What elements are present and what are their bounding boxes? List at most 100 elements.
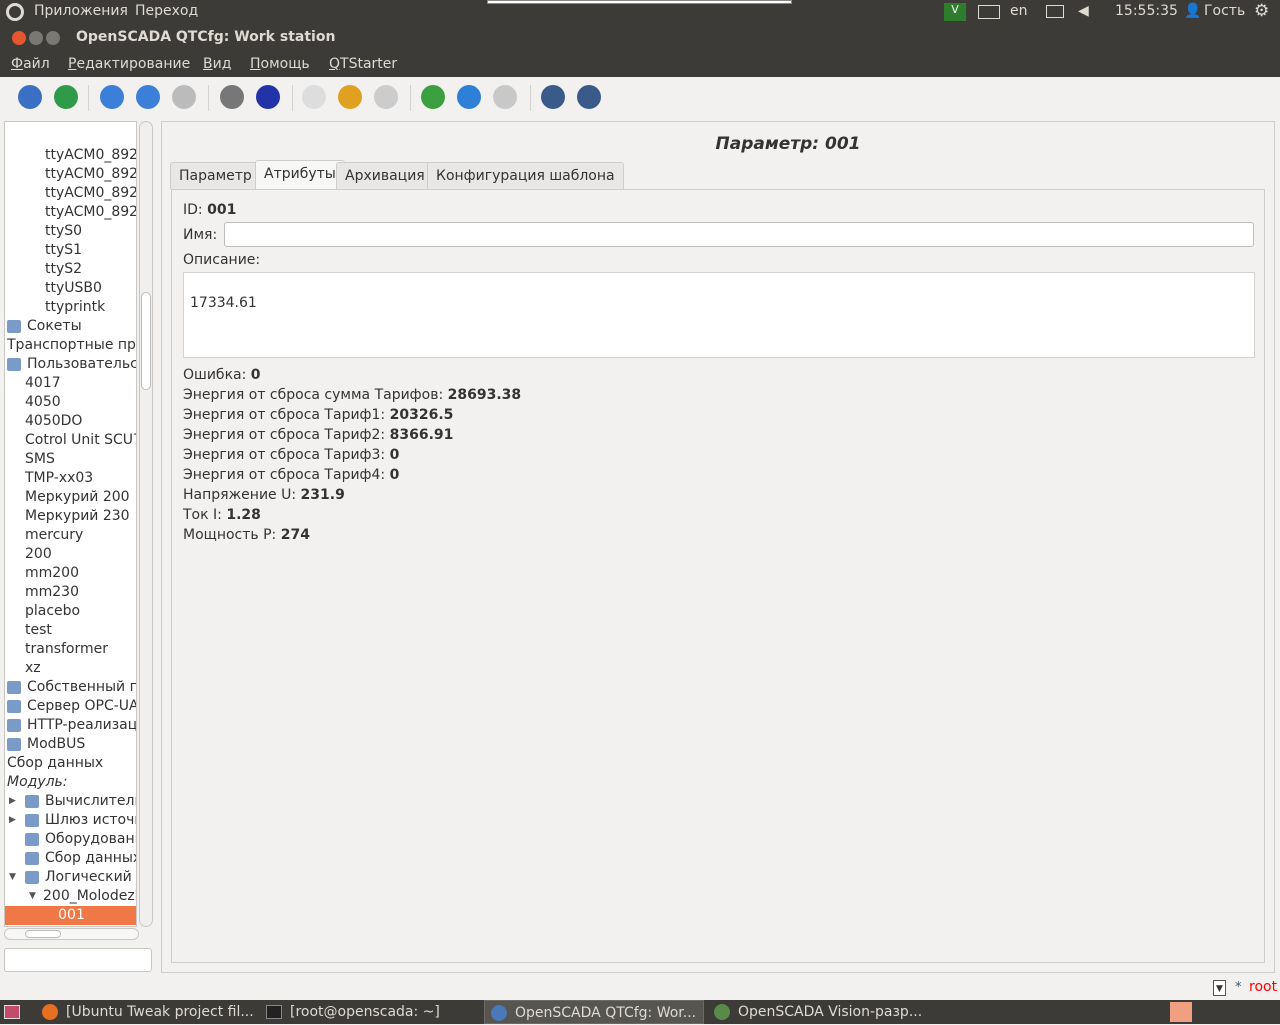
tree-item[interactable]: Пользовательский протокол	[7, 355, 136, 374]
tree-item[interactable]: 4050	[25, 393, 61, 412]
tree-item[interactable]: ttyS2	[45, 260, 82, 279]
tree-item[interactable]: mercury	[25, 526, 83, 545]
tree-item[interactable]: 200	[25, 545, 52, 564]
places-menu[interactable]: Переход	[135, 3, 198, 19]
tree-item[interactable]: mm200	[25, 564, 79, 583]
tree-item[interactable]: transformer	[25, 640, 108, 659]
start-icon[interactable]	[457, 85, 481, 109]
tree-item[interactable]: Транспортные протоколы	[7, 336, 136, 355]
vision-icon[interactable]	[541, 85, 565, 109]
tree-item[interactable]: 4050DO	[25, 412, 82, 431]
tree-item[interactable]: Модуль:	[7, 773, 68, 792]
up-icon[interactable]	[100, 85, 124, 109]
tree-item[interactable]: ttyACM0_892	[45, 146, 136, 165]
cut-icon[interactable]	[338, 85, 362, 109]
navigation-tree[interactable]: ttyACM0_892 ttyACM0_892 ttyACM0_892 ttyACM0…	[4, 121, 137, 927]
expand-arrow-icon[interactable]: ▼	[9, 868, 16, 887]
tree-item[interactable]: xz	[25, 659, 41, 678]
tree-item[interactable]: Оборудование	[25, 830, 136, 849]
tab-attributes[interactable]: Атрибуты	[255, 160, 345, 190]
tree-item[interactable]: placebo	[25, 602, 80, 621]
tab-archiving[interactable]: Архивация	[336, 162, 434, 189]
refresh-icon[interactable]	[421, 85, 445, 109]
tree-item[interactable]: ▶ Шлюз источников	[9, 811, 136, 830]
volume-icon[interactable]: ◀	[1078, 3, 1089, 19]
scroll-thumb[interactable]	[141, 292, 151, 390]
tree-item[interactable]: Сервер OPC-UA	[7, 697, 136, 716]
tree-item[interactable]: TMP-xx03	[25, 469, 93, 488]
copy-icon[interactable]	[302, 85, 326, 109]
tree-item[interactable]: ttyACM0_892	[45, 165, 136, 184]
stop-icon[interactable]	[493, 85, 517, 109]
tree-item[interactable]: ttyprintk	[45, 298, 105, 317]
tree-item[interactable]: Меркурий 230	[25, 507, 130, 526]
tree-item[interactable]: 4017	[25, 374, 61, 393]
name-field[interactable]	[224, 222, 1254, 247]
tree-item[interactable]: Меркурий 200	[25, 488, 130, 507]
add-item-icon[interactable]	[220, 85, 244, 109]
tree-item[interactable]: Сбор данных	[7, 754, 103, 773]
delete-item-icon[interactable]	[256, 85, 280, 109]
menu-help[interactable]: Помощь	[250, 56, 310, 72]
tree-item[interactable]: Собственный протокол	[7, 678, 136, 697]
db-load-icon[interactable]	[18, 85, 42, 109]
tree-item[interactable]: mm230	[25, 583, 79, 602]
gear-icon[interactable]: ⚙	[1254, 1, 1269, 21]
tree-item[interactable]: test	[25, 621, 52, 640]
menu-qtstarter[interactable]: QTStarter	[329, 56, 397, 72]
clock[interactable]: 15:55:35	[1115, 3, 1178, 19]
tree-item[interactable]: ttyACM0_892	[45, 203, 136, 222]
tree-item[interactable]: ▼ Логический уровень	[9, 868, 136, 887]
ubuntu-logo-icon[interactable]	[6, 3, 24, 21]
expand-arrow-icon[interactable]: ▶	[9, 811, 16, 830]
description-field[interactable]: 17334.61	[183, 272, 1255, 358]
expand-arrow-icon[interactable]: ▼	[29, 887, 36, 906]
task-ubuntu-tweak[interactable]: [Ubuntu Tweak project fil...	[36, 1000, 256, 1024]
close-icon[interactable]	[12, 31, 26, 45]
paste-icon[interactable]	[374, 85, 398, 109]
tab-parameter[interactable]: Параметр	[170, 162, 261, 189]
back-icon[interactable]	[136, 85, 160, 109]
vision-dev-icon[interactable]	[577, 85, 601, 109]
tree-item[interactable]: SMS	[25, 450, 55, 469]
show-desktop-icon[interactable]	[4, 1005, 20, 1019]
tray-openscada-icon[interactable]	[1170, 1002, 1192, 1022]
keyboard-icon[interactable]	[978, 5, 1000, 19]
task-vision[interactable]: OpenSCADA Vision-разр...	[708, 1000, 928, 1024]
vc-icon[interactable]: V	[944, 3, 966, 21]
tree-item[interactable]: ttyS1	[45, 241, 82, 260]
mail-icon[interactable]	[1046, 5, 1064, 18]
task-terminal[interactable]: [root@openscada: ~]	[260, 1000, 480, 1024]
tree-item[interactable]: 001	[5, 906, 136, 925]
tree-filter-input[interactable]	[4, 948, 152, 972]
tab-template-config[interactable]: Конфигурация шаблона	[427, 162, 624, 189]
menu-edit[interactable]: Редактирование	[68, 56, 190, 72]
menu-view[interactable]: Вид	[203, 56, 231, 72]
language-indicator[interactable]: en	[1010, 3, 1028, 19]
dropdown-arrow-icon[interactable]: ▼	[1213, 980, 1226, 996]
tree-item[interactable]: ttyUSB0	[45, 279, 102, 298]
tree-item[interactable]: ▼ 200_Molodezhnaya	[29, 887, 136, 906]
task-qtcfg[interactable]: OpenSCADA QTCfg: Wor...	[484, 1000, 704, 1024]
tree-vertical-scrollbar[interactable]	[139, 121, 153, 927]
tree-item[interactable]: HTTP-реализация	[7, 716, 136, 735]
tree-item[interactable]: ModBUS	[7, 735, 85, 754]
tree-item-label: Меркурий 200	[25, 489, 130, 505]
expand-arrow-icon[interactable]: ▶	[9, 792, 16, 811]
applications-menu[interactable]: Приложения	[34, 3, 128, 19]
tree-item[interactable]: ttyACM0_892	[45, 184, 136, 203]
db-save-icon[interactable]	[54, 85, 78, 109]
maximize-icon[interactable]	[46, 31, 60, 45]
tree-item[interactable]: Сбор данных	[25, 849, 136, 868]
tree-horizontal-scrollbar[interactable]	[4, 928, 139, 940]
tree-item[interactable]: ▶ Вычислитель	[9, 792, 136, 811]
menu-file[interactable]: Файл	[11, 56, 50, 72]
current-user[interactable]: root	[1249, 979, 1277, 995]
user-menu[interactable]: Гость	[1204, 3, 1245, 19]
forward-icon[interactable]	[172, 85, 196, 109]
tree-item[interactable]: Cotrol Unit SCU7	[25, 431, 136, 450]
tree-item[interactable]: ttyS0	[45, 222, 82, 241]
tree-item[interactable]: Сокеты	[7, 317, 82, 336]
minimize-icon[interactable]	[29, 31, 43, 45]
scroll-thumb[interactable]	[25, 930, 61, 938]
